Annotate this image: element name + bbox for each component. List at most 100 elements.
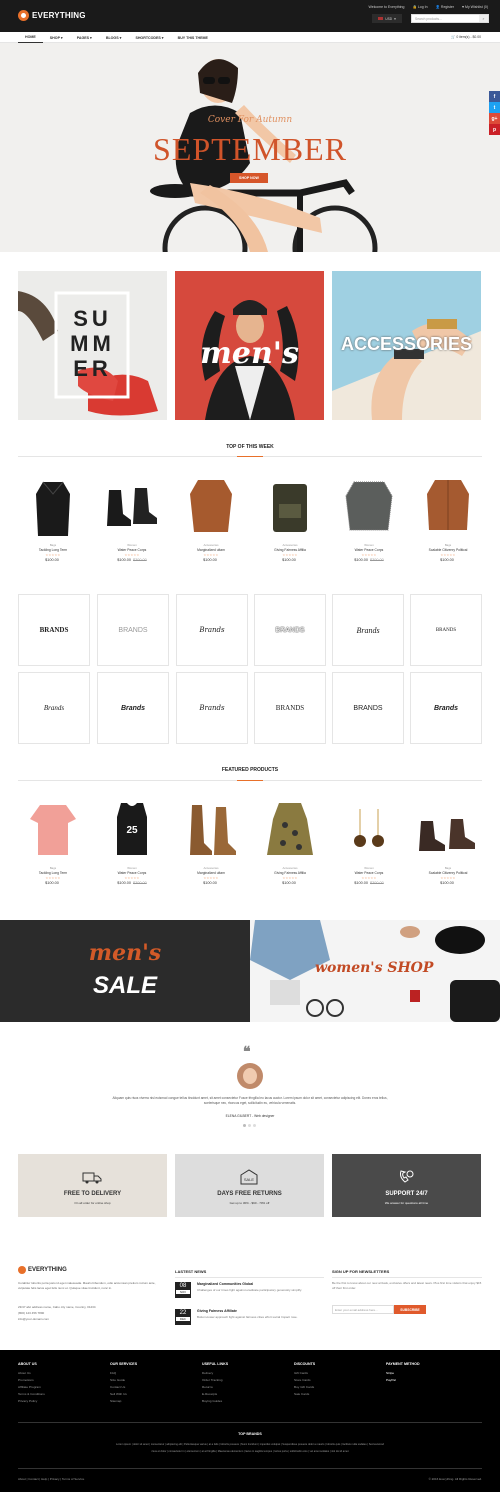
footer-link[interactable]: Size Guide: [110, 1378, 190, 1382]
product-card[interactable]: Accessories Giving Fairness Affilia ☆☆☆☆…: [255, 797, 325, 885]
footer-link[interactable]: Store Cards: [294, 1378, 374, 1382]
pinterest-icon[interactable]: p: [489, 124, 500, 135]
footer-link[interactable]: E-Receipts: [202, 1392, 282, 1396]
product-name[interactable]: Scalable Citizenry Political: [413, 871, 483, 875]
product-card[interactable]: 25 Women Water Peace Corps ☆☆☆☆☆ $100.00…: [97, 797, 167, 885]
footer-link[interactable]: Sitemap: [110, 1399, 190, 1403]
bottom-links[interactable]: About | Contact | Help | Privacy | Terms…: [18, 1477, 84, 1481]
footer-link[interactable]: Gift Cards: [294, 1371, 374, 1375]
news-item-title[interactable]: Giving Fairness Affiliate: [197, 1309, 322, 1313]
footer-link[interactable]: Sale Cards: [294, 1392, 374, 1396]
product-name[interactable]: Marginalized ultam: [176, 871, 246, 875]
nav-item-pages[interactable]: PAGES ▾: [70, 32, 99, 43]
slider-dot[interactable]: [248, 1124, 251, 1127]
footer-link[interactable]: Delivery: [202, 1371, 282, 1375]
product-card[interactable]: Bags Scalable Citizenry Political ☆☆☆☆☆ …: [413, 797, 483, 885]
nav-item-shop[interactable]: SHOP ▾: [43, 32, 70, 43]
search-button[interactable]: ⌕: [479, 15, 488, 22]
newsletter-text: Be the first to know about our new arriv…: [332, 1281, 482, 1290]
brand-logo[interactable]: Brands: [332, 594, 404, 666]
footer-link[interactable]: Order Tracking: [202, 1378, 282, 1382]
brand-logo[interactable]: BRANDS: [254, 672, 326, 744]
top-brands-row[interactable]: risus et dolor | consectetur in | elemen…: [20, 1450, 480, 1453]
wishlist-link[interactable]: ♥ My Wishlist (0): [462, 5, 488, 9]
facebook-icon[interactable]: f: [489, 91, 500, 102]
currency-selector[interactable]: USD ▾: [372, 14, 402, 23]
accessories-banner[interactable]: ACCESSORIES: [332, 271, 481, 420]
footer-link[interactable]: Privacy Policy: [18, 1399, 98, 1403]
brand-logo[interactable]: Brands: [97, 672, 169, 744]
mens-banner[interactable]: men's: [175, 271, 324, 420]
footer-link[interactable]: Promotions: [18, 1378, 98, 1382]
twitter-icon[interactable]: t: [489, 102, 500, 113]
nav-item-buy-theme[interactable]: BUY THIS THEME: [171, 32, 215, 43]
product-name[interactable]: Water Peace Corps: [334, 871, 404, 875]
product-image: [427, 480, 469, 530]
footer-link[interactable]: About Us: [18, 1371, 98, 1375]
news-item[interactable]: Marginalized Communities Global Challeng…: [197, 1282, 322, 1293]
product-name[interactable]: Giving Fairness Affilia: [255, 548, 325, 552]
footer-link[interactable]: Terms & Conditions: [18, 1392, 98, 1396]
product-name[interactable]: Giving Fairness Affilia: [255, 871, 325, 875]
footer-logo[interactable]: EVERYTHING: [18, 1266, 67, 1274]
brand-logo[interactable]: BRANDS: [332, 672, 404, 744]
footer-link[interactable]: Returns: [202, 1385, 282, 1389]
mens-sale-banner[interactable]: men's SALE: [0, 920, 250, 1022]
slider-dot[interactable]: [253, 1124, 256, 1127]
footer-link[interactable]: Contact Us: [110, 1385, 190, 1389]
nav-item-blogs[interactable]: BLOGS ▾: [99, 32, 129, 43]
nav-item-home[interactable]: HOME: [18, 32, 43, 43]
footer-link[interactable]: Buy Gift Cards: [294, 1385, 374, 1389]
brand-logo[interactable]: Brands: [176, 594, 248, 666]
brand-logo[interactable]: Brands: [176, 672, 248, 744]
logo[interactable]: EVERYTHING: [18, 10, 86, 21]
news-date: 08 NOV: [175, 1282, 191, 1298]
brand-logo[interactable]: BRANDS: [18, 594, 90, 666]
product-card[interactable]: Bags Tackling Long Term ☆☆☆☆☆ $100.00: [18, 474, 88, 562]
login-link[interactable]: 🔒 Log In: [412, 5, 427, 9]
product-card[interactable]: Accessories Giving Fairness Affilia ☆☆☆☆…: [255, 474, 325, 562]
product-card[interactable]: Accessories Marginalized ultam ☆☆☆☆☆ $10…: [176, 474, 246, 562]
product-card[interactable]: Bags Tackling Long Term ☆☆☆☆☆ $100.00: [18, 797, 88, 885]
brand-logo[interactable]: BRANDS: [97, 594, 169, 666]
product-name[interactable]: Water Peace Corps: [97, 548, 167, 552]
search-input[interactable]: Search products... ⌕: [411, 14, 489, 23]
slider-dot[interactable]: [243, 1124, 246, 1127]
about-email[interactable]: info@your-domain.com: [18, 1317, 158, 1321]
womens-shop-banner[interactable]: women's SHOP: [250, 920, 500, 1022]
product-image: [345, 481, 393, 531]
news-item-title[interactable]: Marginalized Communities Global: [197, 1282, 322, 1286]
register-link[interactable]: 👤 Register: [436, 5, 454, 9]
product-card[interactable]: Women Water Peace Corps ☆☆☆☆☆ $100.00 $30…: [334, 797, 404, 885]
top-brands-row[interactable]: Lorem ipsum | dolor sit amet | consectet…: [20, 1443, 480, 1446]
product-card[interactable]: Bags Scalable Citizenry Political ☆☆☆☆☆ …: [413, 474, 483, 562]
summer-banner[interactable]: SU MM ER: [18, 271, 167, 420]
footer-link[interactable]: Buying Guides: [202, 1399, 282, 1403]
product-name[interactable]: Water Peace Corps: [334, 548, 404, 552]
footer-link[interactable]: Sell With Us: [110, 1392, 190, 1396]
product-name[interactable]: Tackling Long Term: [18, 548, 88, 552]
product-card[interactable]: Women Water Peace Corps ☆☆☆☆☆ $100.00 $30…: [97, 474, 167, 562]
product-name[interactable]: Marginalized ultam: [176, 548, 246, 552]
cart-summary[interactable]: 🛒 0 item(s) - $0.00: [451, 35, 481, 39]
brand-logo[interactable]: Brands: [18, 672, 90, 744]
google-plus-icon[interactable]: g+: [489, 113, 500, 124]
brand-logo[interactable]: BRANDS: [254, 594, 326, 666]
service-subtitle: Get up to 30% - $90 - 70% off: [229, 1201, 270, 1205]
shop-now-button[interactable]: SHOP NOW: [230, 173, 268, 183]
product-name[interactable]: Water Peace Corps: [97, 871, 167, 875]
brand-logo[interactable]: Brands: [410, 672, 482, 744]
footer-link[interactable]: FAQ: [110, 1371, 190, 1375]
product-image: [354, 809, 384, 847]
product-card[interactable]: Accessories Marginalized ultam ☆☆☆☆☆ $10…: [176, 797, 246, 885]
product-card[interactable]: Women Water Peace Corps ☆☆☆☆☆ $100.00 $30…: [334, 474, 404, 562]
footer-link[interactable]: Affiliate Program: [18, 1385, 98, 1389]
product-name[interactable]: Scalable Citizenry Political: [413, 548, 483, 552]
nav-item-shortcodes[interactable]: SHORTCODES ▾: [128, 32, 170, 43]
chevron-down-icon: ▾: [394, 16, 396, 21]
news-item[interactable]: Giving Fairness Affiliate Bottom-lower a…: [197, 1309, 322, 1320]
newsletter-email-input[interactable]: Enter your email address here...: [332, 1305, 394, 1314]
subscribe-button[interactable]: SUBSCRIBE: [394, 1305, 426, 1314]
brand-logo[interactable]: BRANDS: [410, 594, 482, 666]
product-name[interactable]: Tackling Long Term: [18, 871, 88, 875]
